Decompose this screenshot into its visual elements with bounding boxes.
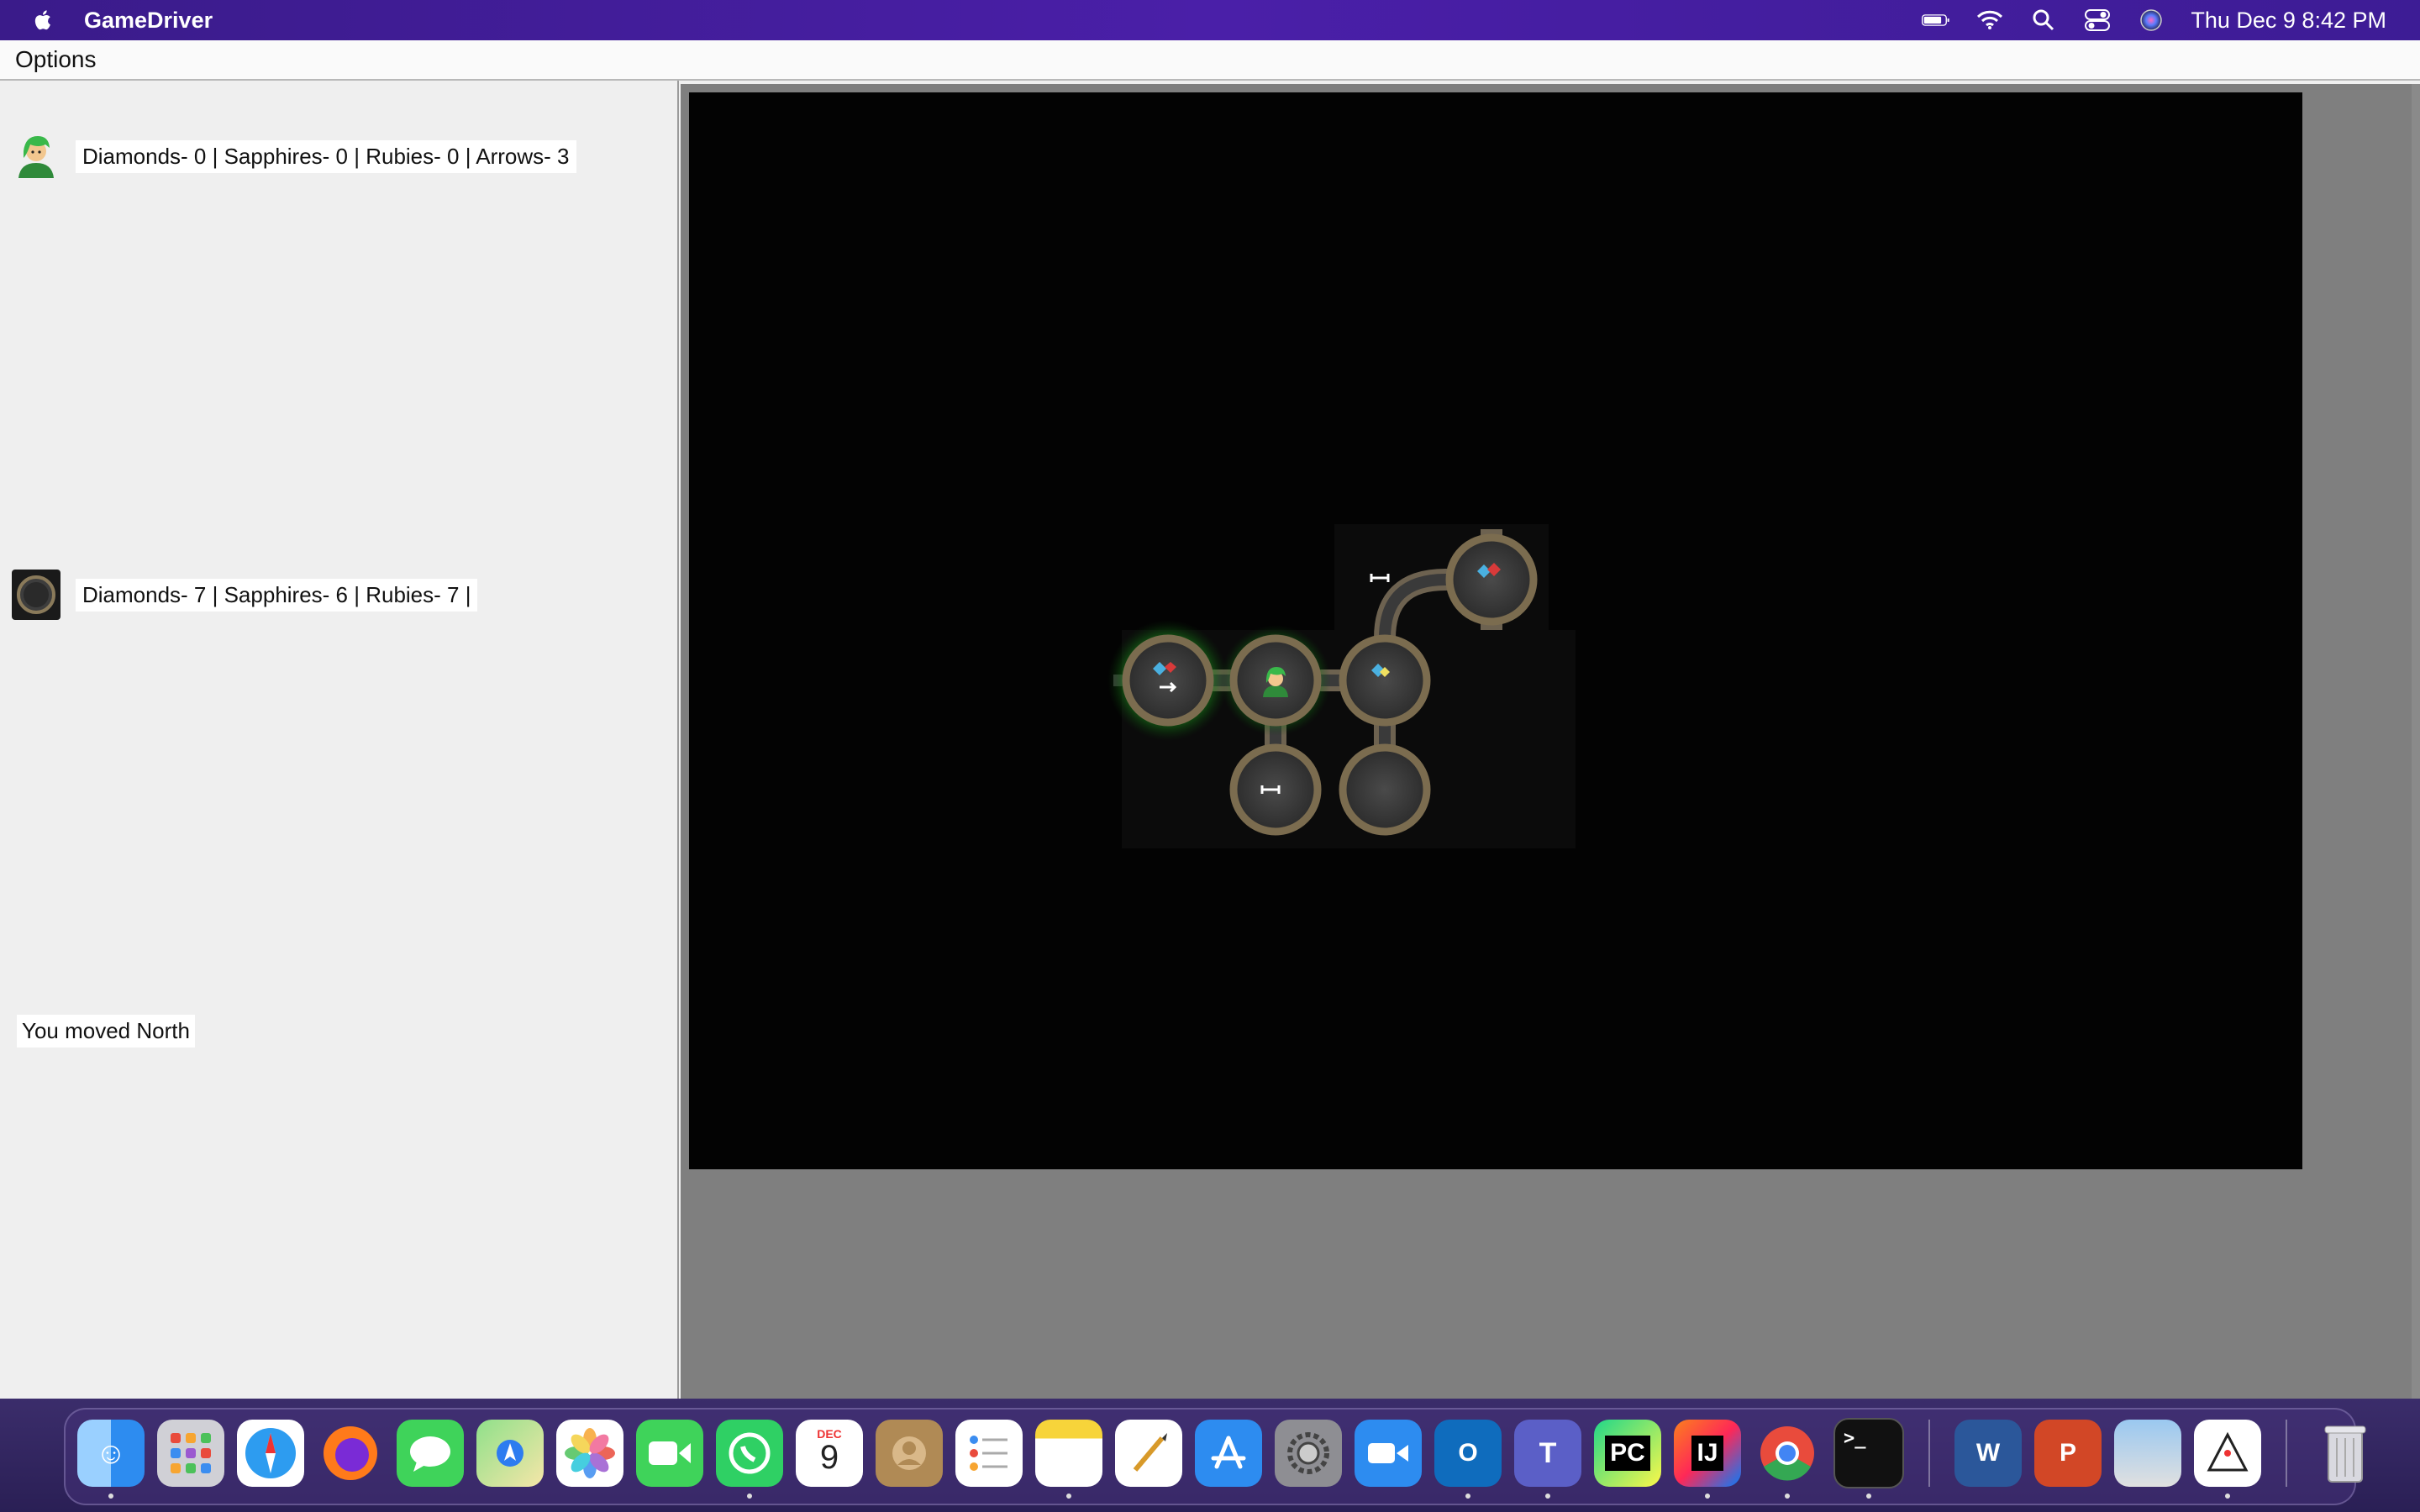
calendar-icon[interactable]: DEC 9 xyxy=(796,1420,863,1487)
apple-icon[interactable] xyxy=(32,8,55,32)
teams-icon[interactable]: T xyxy=(1514,1420,1581,1499)
app-store-icon[interactable] xyxy=(1195,1420,1262,1487)
powerpoint-label: P xyxy=(2059,1439,2076,1467)
room-northeast[interactable] xyxy=(1445,533,1538,626)
dungeon-map-canvas xyxy=(1107,524,1576,848)
pycharm-icon[interactable]: PC xyxy=(1594,1420,1661,1487)
contacts-icon[interactable] xyxy=(876,1420,943,1487)
safari-icon[interactable] xyxy=(237,1420,304,1487)
status-message: You moved North xyxy=(17,1015,195,1047)
launchpad-icon[interactable] xyxy=(157,1420,224,1487)
terminal-label: >_ xyxy=(1844,1428,1866,1449)
notes-icon[interactable] xyxy=(1035,1420,1102,1499)
messages-icon[interactable] xyxy=(397,1420,464,1487)
status-side-panel: Diamonds- 0 | Sapphires- 0 | Rubies- 0 |… xyxy=(0,81,679,1399)
room-stats-row: Diamonds- 7 | Sapphires- 6 | Rubies- 7 | xyxy=(12,570,478,620)
intellij-icon[interactable]: IJ xyxy=(1674,1420,1741,1499)
menubar-clock[interactable]: Thu Dec 9 8:42 PM xyxy=(2191,8,2386,34)
outlook-label: O xyxy=(1458,1439,1478,1467)
macos-menu-bar: GameDriver Thu Dec 9 8:42 PM xyxy=(0,0,2420,40)
dock-separator xyxy=(2286,1420,2287,1487)
outlook-icon[interactable]: O xyxy=(1434,1420,1502,1499)
room-west[interactable] xyxy=(1122,634,1214,727)
word-label: W xyxy=(1975,1439,2001,1467)
word-icon[interactable]: W xyxy=(1954,1420,2022,1487)
zoom-icon[interactable] xyxy=(1355,1420,1422,1487)
pycharm-label: PC xyxy=(1605,1436,1650,1471)
calendar-day: 9 xyxy=(819,1439,839,1476)
intellij-label: IJ xyxy=(1691,1436,1723,1471)
preview-icon[interactable] xyxy=(2114,1420,2181,1487)
finder-icon[interactable]: ☺ xyxy=(77,1420,145,1499)
dungeon-map[interactable] xyxy=(689,92,2302,1169)
java-icon[interactable] xyxy=(2194,1420,2261,1499)
spotlight-search-icon[interactable] xyxy=(2029,8,2058,32)
adventurer-icon xyxy=(18,136,54,178)
game-view-pane xyxy=(681,84,2420,1399)
app-name[interactable]: GameDriver xyxy=(84,8,213,34)
room-south-right[interactable] xyxy=(1339,743,1431,836)
dock-icons: ☺ DEC 9 O T PC IJ >_ W P xyxy=(77,1418,2379,1499)
facetime-icon[interactable] xyxy=(636,1420,703,1487)
room-thumbnail-icon xyxy=(12,570,60,620)
room-stats-text: Diamonds- 7 | Sapphires- 6 | Rubies- 7 | xyxy=(76,578,478,612)
menubar-status-area: Thu Dec 9 8:42 PM xyxy=(1922,0,2386,40)
pane-scrollbar[interactable] xyxy=(2412,84,2420,1399)
room-east[interactable] xyxy=(1339,634,1431,727)
window-menu-bar: Options xyxy=(0,40,2420,81)
options-menu[interactable]: Options xyxy=(15,46,97,73)
maps-icon[interactable] xyxy=(476,1420,544,1487)
terminal-icon[interactable]: >_ xyxy=(1833,1418,1904,1499)
chrome-icon[interactable] xyxy=(1754,1420,1821,1499)
siri-icon[interactable] xyxy=(2137,8,2165,32)
firefox-icon[interactable] xyxy=(317,1420,384,1487)
dock-separator xyxy=(1928,1420,1930,1487)
trash-icon[interactable] xyxy=(2312,1420,2379,1487)
powerpoint-icon[interactable]: P xyxy=(2034,1420,2102,1487)
wifi-icon[interactable] xyxy=(1975,8,2004,32)
game-window: Options Diamonds- 0 | Sapphires- 0 | Rub… xyxy=(0,40,2420,1399)
reminders-icon[interactable] xyxy=(955,1420,1023,1487)
photos-icon[interactable] xyxy=(556,1420,623,1487)
script-editor-icon[interactable] xyxy=(1115,1420,1182,1487)
system-preferences-icon[interactable] xyxy=(1275,1420,1342,1487)
control-center-icon[interactable] xyxy=(2083,8,2112,32)
whatsapp-icon[interactable] xyxy=(716,1420,783,1499)
player-stats-row: Diamonds- 0 | Sapphires- 0 | Rubies- 0 |… xyxy=(12,129,576,183)
battery-icon[interactable] xyxy=(1922,8,1950,32)
player-stats-text: Diamonds- 0 | Sapphires- 0 | Rubies- 0 |… xyxy=(76,139,576,173)
